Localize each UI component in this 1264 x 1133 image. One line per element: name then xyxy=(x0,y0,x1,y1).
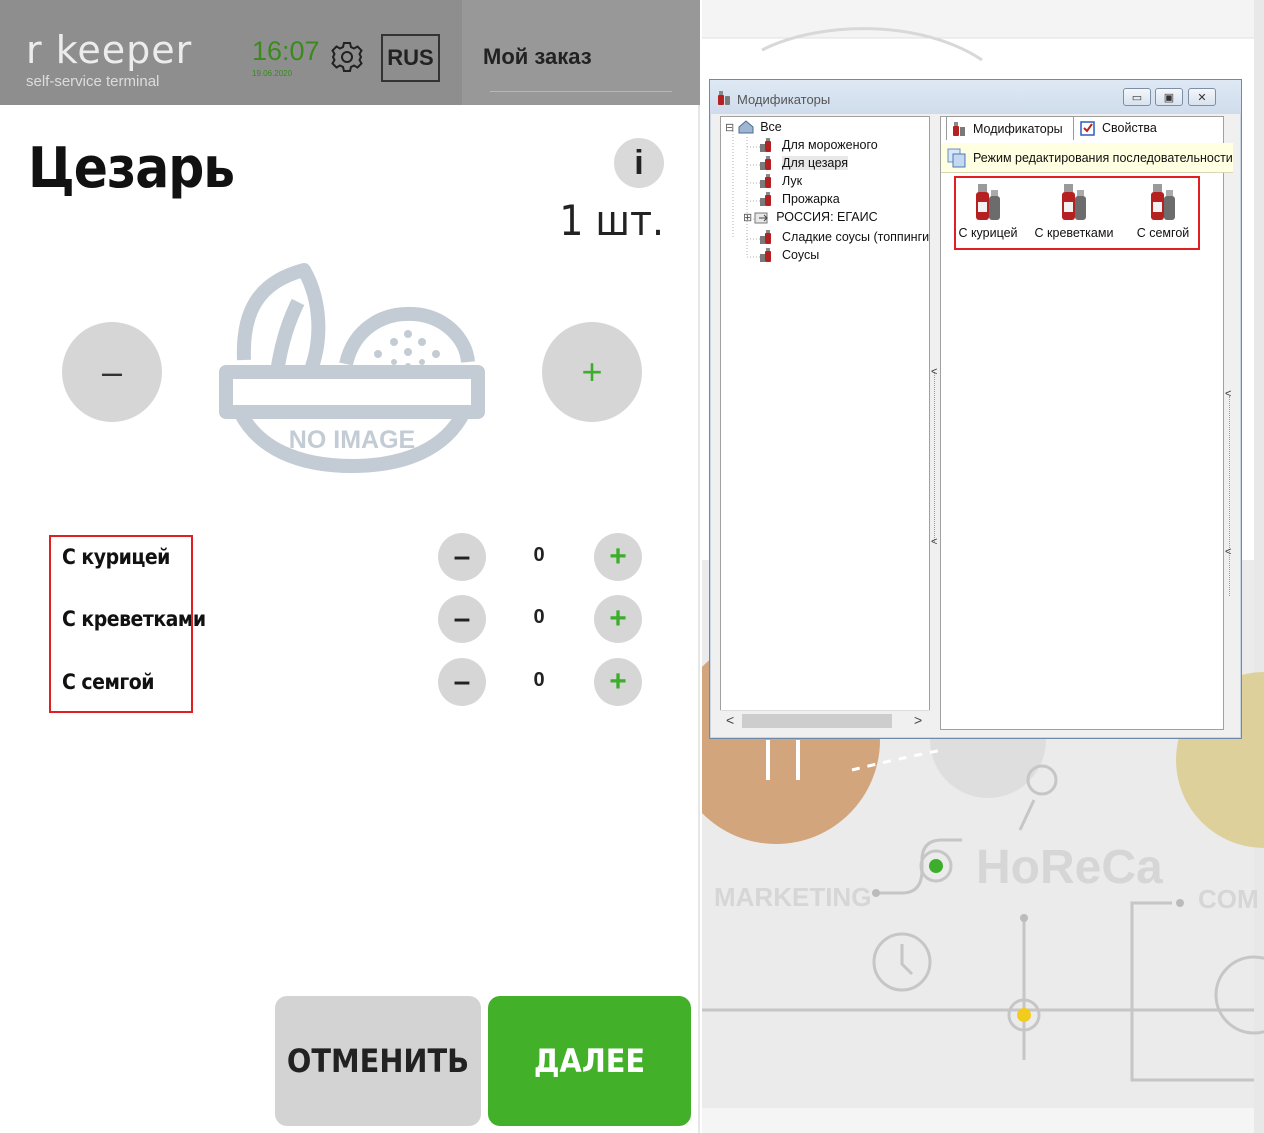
scroll-arrow[interactable]: < xyxy=(1225,388,1231,400)
info-button[interactable]: i xyxy=(614,138,664,188)
tree-item-label: Все xyxy=(760,120,782,134)
increase-quantity-button[interactable]: + xyxy=(542,322,642,422)
modifiers-window: Модификаторы ▭ ▣ ✕ ⊟ Все Для мороженого … xyxy=(709,79,1242,739)
kiosk-header: r keeper self-service terminal 16:07 19.… xyxy=(0,0,700,105)
tree-item-category[interactable]: Лук xyxy=(759,173,802,189)
modifier-count: 0 xyxy=(533,544,545,566)
modifier-increase-button[interactable]: + xyxy=(594,658,642,706)
pane-vertical-scrollbar[interactable]: < < xyxy=(1224,116,1236,730)
bottle-icon xyxy=(760,230,771,244)
tree-item-label: Сладкие соусы (топпинги) xyxy=(782,230,930,244)
bottle-icon xyxy=(760,174,771,188)
checkbox-icon xyxy=(1080,121,1095,136)
tree-item-label: Для мороженого xyxy=(782,138,878,152)
horeca-text: HoReCa xyxy=(976,841,1163,894)
copy-pages-icon xyxy=(947,148,966,167)
tab-label: Модификаторы xyxy=(973,121,1063,136)
next-button[interactable]: ДАЛЕЕ xyxy=(488,996,691,1126)
bottle-icon xyxy=(760,192,771,206)
no-image-placeholder: NO IMAGE xyxy=(219,263,485,473)
marketing-text: MARKETING xyxy=(714,882,872,912)
minimize-button[interactable]: ▭ xyxy=(1123,88,1151,106)
tree-item-label: Лук xyxy=(782,174,803,188)
modifier-count: 0 xyxy=(533,606,545,628)
dish-title: Цезарь xyxy=(28,136,235,201)
modifier-count: 0 xyxy=(533,669,545,691)
tree-item-category[interactable]: ⊞ РОССИЯ: ЕГАИС xyxy=(743,209,878,225)
tab-properties[interactable]: Свойства xyxy=(1076,116,1176,140)
bottle-icon xyxy=(718,91,730,105)
language-button[interactable]: RUS xyxy=(381,34,440,82)
bottle-icon xyxy=(760,138,771,152)
window-title: Модификаторы xyxy=(737,92,831,107)
quantity-label: 1 шт. xyxy=(559,196,664,245)
gear-icon[interactable] xyxy=(330,40,364,74)
order-divider xyxy=(490,91,672,92)
window-titlebar[interactable]: Модификаторы ▭ ▣ ✕ xyxy=(710,80,1241,114)
tree-item-category[interactable]: Для мороженого xyxy=(759,137,878,153)
edit-sequence-mode-bar[interactable]: Режим редактирования последовательности.… xyxy=(941,143,1233,173)
bottle-icon xyxy=(953,121,965,136)
tree-item-category[interactable]: Соусы xyxy=(759,247,819,263)
tree-expander[interactable]: ⊟ xyxy=(725,121,734,134)
cancel-button[interactable]: ОТМЕНИТЬ xyxy=(275,996,481,1126)
close-button[interactable]: ✕ xyxy=(1188,88,1216,106)
com-text: COM xyxy=(1198,884,1259,914)
logo: r keeper xyxy=(26,28,193,72)
scroll-left-arrow[interactable]: < xyxy=(726,712,734,728)
decrease-quantity-button[interactable]: – xyxy=(62,322,162,422)
scrollbar-thumb[interactable] xyxy=(742,714,892,728)
tree-item-label: РОССИЯ: ЕГАИС xyxy=(776,210,878,224)
highlight-box xyxy=(49,535,193,713)
splitter-expand-arrow[interactable]: < xyxy=(931,536,937,548)
maximize-button[interactable]: ▣ xyxy=(1155,88,1183,106)
kiosk-screen: r keeper self-service terminal 16:07 19.… xyxy=(0,0,700,1133)
tree-item-category-selected[interactable]: Для цезаря xyxy=(759,155,848,171)
tree-item-all[interactable]: ⊟ Все xyxy=(725,119,782,135)
folder-icon xyxy=(738,120,754,134)
no-image-text: NO IMAGE xyxy=(289,426,415,454)
tab-label: Свойства xyxy=(1102,121,1157,135)
clock-date: 19.06.2020 xyxy=(252,69,293,78)
pane-tabs: Модификаторы Свойства xyxy=(946,116,1236,140)
bottle-icon xyxy=(760,156,771,170)
modifier-decrease-button[interactable]: – xyxy=(438,533,486,581)
modifier-decrease-button[interactable]: – xyxy=(438,658,486,706)
folder-link-icon xyxy=(754,212,768,224)
category-tree: ⊟ Все Для мороженого Для цезаря Лук Прож… xyxy=(720,116,930,730)
scroll-right-arrow[interactable]: > xyxy=(914,712,922,728)
bottle-icon xyxy=(760,248,771,262)
mode-text: Режим редактирования последовательности.… xyxy=(973,150,1233,165)
clock: 16:07 xyxy=(252,36,320,66)
logo-subtitle: self-service terminal xyxy=(26,73,160,90)
modifier-decrease-button[interactable]: – xyxy=(438,595,486,643)
tree-item-label: Прожарка xyxy=(782,192,840,206)
order-title: Мой заказ xyxy=(483,44,592,69)
splitter-collapse-arrow[interactable]: < xyxy=(931,366,937,378)
tree-expander[interactable]: ⊞ xyxy=(743,211,752,224)
scroll-arrow[interactable]: < xyxy=(1225,546,1231,558)
tree-horizontal-scrollbar[interactable]: < > xyxy=(720,710,930,730)
highlight-box xyxy=(954,176,1200,250)
tab-modifiers[interactable]: Модификаторы xyxy=(946,116,1074,140)
modifier-increase-button[interactable]: + xyxy=(594,533,642,581)
modifier-increase-button[interactable]: + xyxy=(594,595,642,643)
tree-item-category[interactable]: Сладкие соусы (топпинги) xyxy=(759,229,930,245)
tree-item-label: Соусы xyxy=(782,248,820,262)
pane-splitter[interactable]: < < xyxy=(931,116,939,730)
tree-item-label: Для цезаря xyxy=(782,156,848,170)
tree-item-category[interactable]: Прожарка xyxy=(759,191,840,207)
